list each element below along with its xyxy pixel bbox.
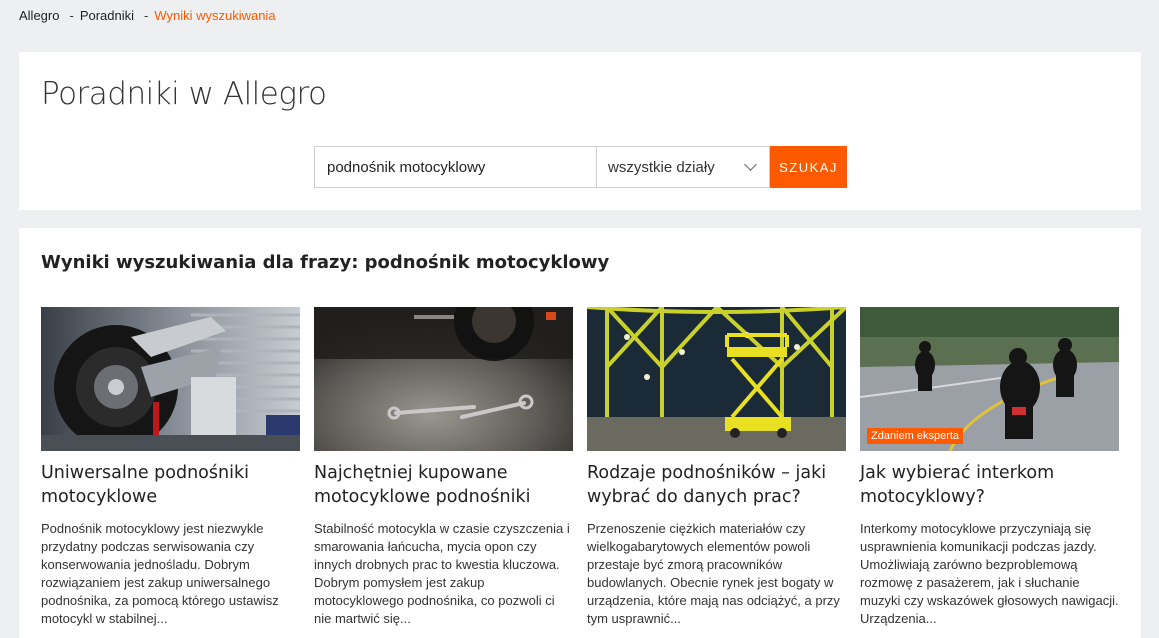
wrenches-on-floor-photo[interactable]: [314, 307, 573, 451]
breadcrumb-current: Wyniki wyszukiwania: [154, 8, 276, 23]
card-description: Interkomy motocyklowe przyczyniają się u…: [860, 521, 1119, 626]
results-panel: Wyniki wyszukiwania dla frazy: podnośnik…: [19, 228, 1141, 638]
page-title: Poradniki w Allegro: [41, 76, 327, 112]
article-card[interactable]: Zdaniem eksperta Jak wybierać interkom m…: [860, 307, 1119, 628]
article-card[interactable]: Uniwersalne podnośniki motocyklowe Podno…: [41, 307, 300, 628]
card-description: Przenoszenie ciężkich materiałów czy wie…: [587, 521, 840, 626]
search-panel: Poradniki w Allegro wszystkie działy SZU…: [19, 52, 1141, 210]
results-heading: Wyniki wyszukiwania dla frazy: podnośnik…: [41, 252, 610, 273]
chevron-down-icon: [744, 158, 757, 171]
results-list: Uniwersalne podnośniki motocyklowe Podno…: [41, 307, 1119, 628]
article-card[interactable]: Rodzaje podnośników – jaki wybrać do dan…: [587, 307, 846, 628]
card-description: Podnośnik motocyklowy jest niezwykle prz…: [41, 521, 279, 626]
search-button[interactable]: SZUKAJ: [770, 146, 847, 188]
category-select-value: wszystkie działy: [608, 158, 715, 176]
scissor-lift-photo[interactable]: [587, 307, 846, 451]
card-title[interactable]: Uniwersalne podnośniki motocyklowe: [41, 461, 300, 509]
card-title[interactable]: Najchętniej kupowane motocyklowe podnośn…: [314, 461, 573, 509]
expert-badge: Zdaniem eksperta: [867, 428, 964, 444]
breadcrumb-poradniki[interactable]: Poradniki: [80, 8, 134, 23]
card-description: Stabilność motocykla w czasie czyszczeni…: [314, 521, 570, 626]
article-card[interactable]: Najchętniej kupowane motocyklowe podnośn…: [314, 307, 573, 628]
breadcrumb-separator: -: [144, 8, 149, 23]
card-title[interactable]: Rodzaje podnośników – jaki wybrać do dan…: [587, 461, 846, 509]
breadcrumb: Allegro - Poradniki - Wyniki wyszukiwani…: [19, 8, 276, 23]
card-title[interactable]: Jak wybierać interkom motocyklowy?: [860, 461, 1119, 509]
search-form: wszystkie działy SZUKAJ: [314, 146, 847, 188]
motorcycle-on-lift-photo[interactable]: [41, 307, 300, 451]
motorcyclists-on-road-photo[interactable]: Zdaniem eksperta: [860, 307, 1119, 451]
category-select[interactable]: wszystkie działy: [596, 146, 770, 188]
breadcrumb-separator: -: [69, 8, 74, 23]
breadcrumb-allegro[interactable]: Allegro: [19, 8, 59, 23]
search-input[interactable]: [314, 146, 596, 188]
